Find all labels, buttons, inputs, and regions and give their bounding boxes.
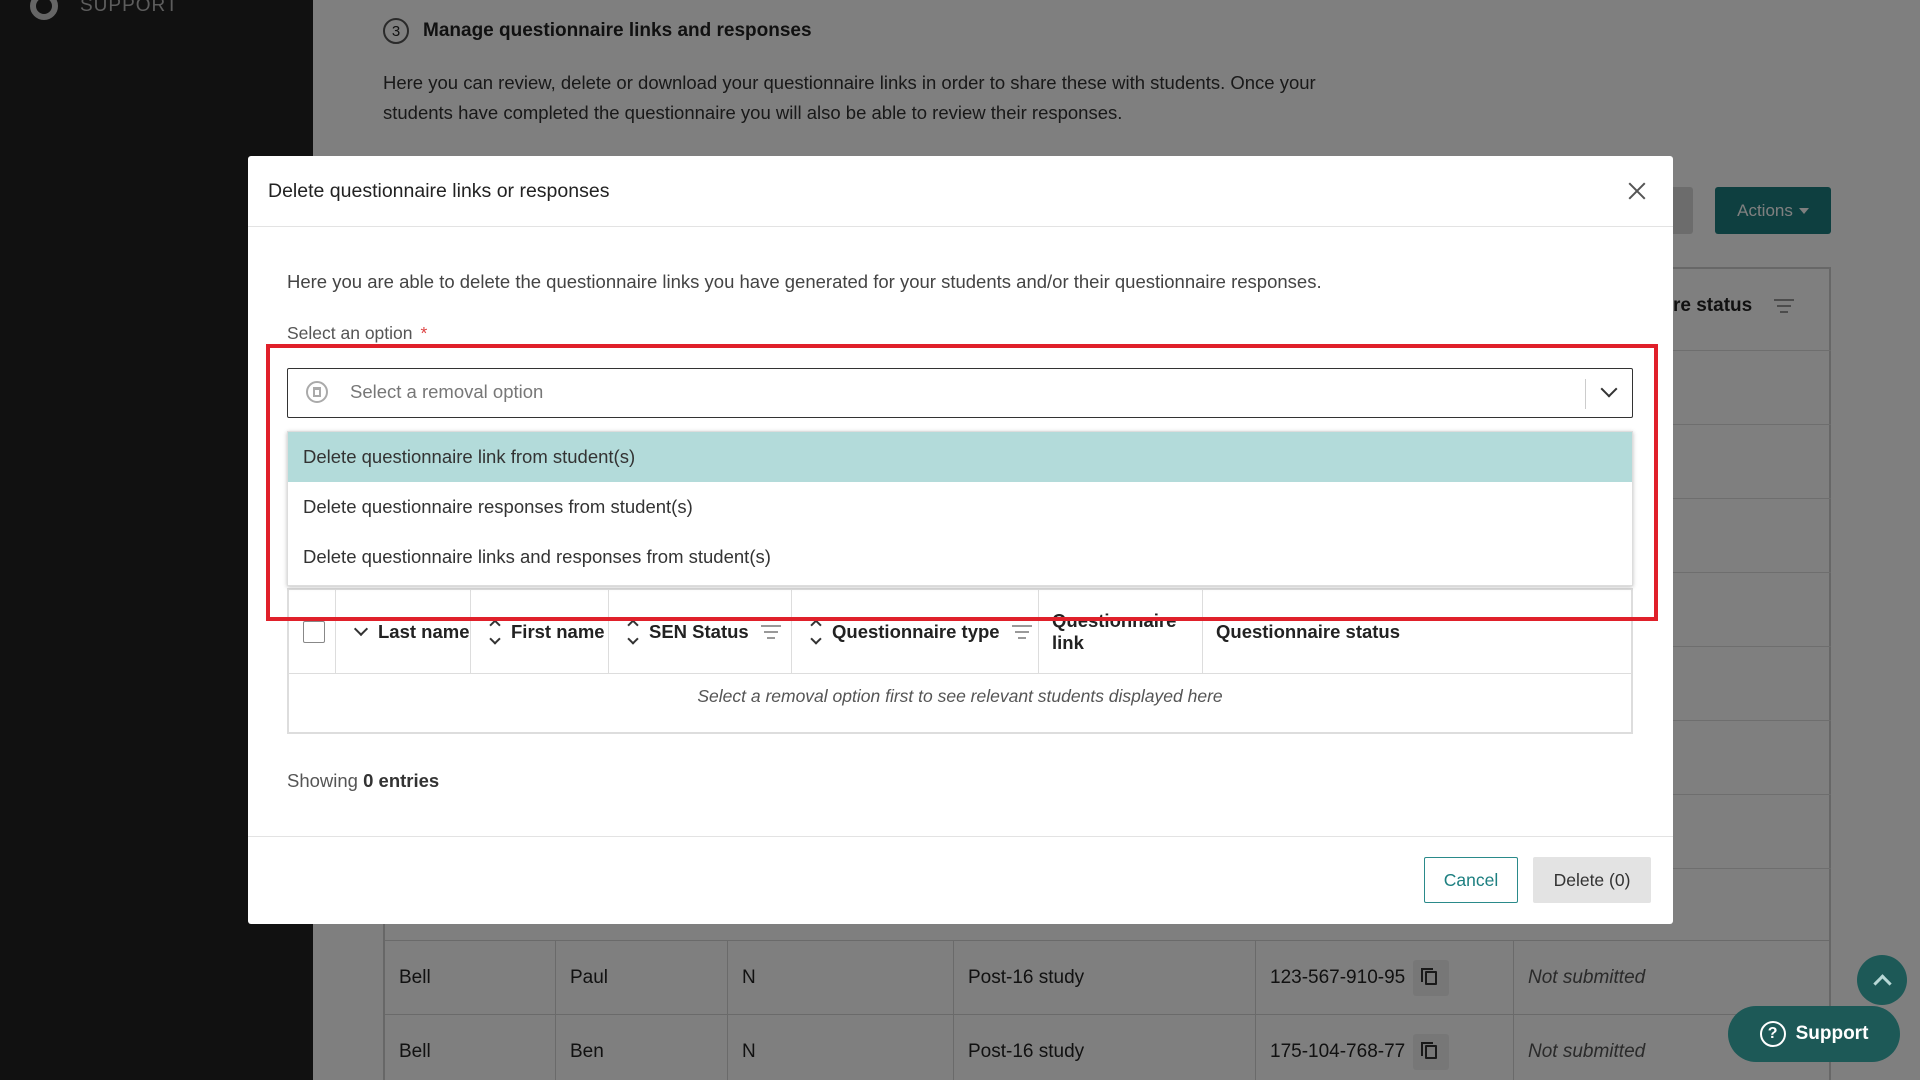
cancel-button[interactable]: Cancel bbox=[1424, 857, 1518, 903]
entries-count-value: 0 entries bbox=[363, 770, 440, 791]
modal-intro: Here you are able to delete the question… bbox=[287, 271, 1322, 292]
removal-option-select[interactable]: Select a removal option bbox=[287, 368, 1633, 418]
delete-modal: Delete questionnaire links or responses … bbox=[248, 156, 1673, 924]
select-option-label-text: Select an option bbox=[287, 323, 413, 343]
select-placeholder: Select a removal option bbox=[350, 381, 544, 402]
header-questionnaire-status: Questionnaire status bbox=[1202, 590, 1633, 674]
filter-icon[interactable] bbox=[760, 625, 781, 639]
header-questionnaire-type[interactable]: Questionnaire type bbox=[791, 590, 1038, 674]
header-last-name-label: Last name bbox=[378, 621, 470, 642]
header-first-name[interactable]: First name bbox=[470, 590, 608, 674]
support-widget-button[interactable]: ? Support bbox=[1728, 1006, 1900, 1062]
sort-icon bbox=[489, 619, 501, 645]
delete-button[interactable]: Delete (0) bbox=[1533, 857, 1651, 903]
header-questionnaire-link: Questionnaire link bbox=[1038, 590, 1202, 674]
header-questionnaire-type-label: Questionnaire type bbox=[832, 621, 1000, 642]
menu-item-delete-links[interactable]: Delete questionnaire link from student(s… bbox=[288, 432, 1632, 482]
header-last-name[interactable]: Last name bbox=[335, 590, 470, 674]
required-mark: * bbox=[420, 323, 428, 343]
header-sen-status[interactable]: SEN Status bbox=[608, 590, 791, 674]
menu-item-delete-responses[interactable]: Delete questionnaire responses from stud… bbox=[288, 482, 1632, 532]
empty-table-message: Select a removal option first to see rel… bbox=[697, 686, 1223, 706]
students-table: Last name First name SEN Status Question… bbox=[287, 588, 1633, 734]
header-questionnaire-link-label: Questionnaire link bbox=[1052, 610, 1177, 653]
filter-icon[interactable] bbox=[1011, 625, 1032, 639]
header-first-name-label: First name bbox=[511, 621, 605, 642]
chevron-up-icon bbox=[1872, 973, 1892, 993]
trash-icon bbox=[306, 381, 328, 403]
support-widget-label: Support bbox=[1795, 1023, 1869, 1044]
header-questionnaire-status-label: Questionnaire status bbox=[1216, 621, 1401, 642]
entries-count: Showing 0 entries bbox=[287, 770, 439, 792]
table-header: Last name First name SEN Status Question… bbox=[289, 590, 1631, 674]
modal-title: Delete questionnaire links or responses bbox=[268, 180, 610, 202]
removal-options-menu: Delete questionnaire link from student(s… bbox=[287, 431, 1633, 586]
modal-footer-divider bbox=[248, 836, 1673, 837]
select-divider bbox=[1585, 379, 1586, 409]
sort-desc-icon bbox=[353, 621, 369, 637]
select-all-column bbox=[289, 590, 335, 674]
entries-count-prefix: Showing bbox=[287, 770, 358, 791]
sort-icon bbox=[627, 619, 639, 645]
modal-header: Delete questionnaire links or responses bbox=[248, 156, 1673, 227]
select-option-label: Select an option * bbox=[287, 323, 427, 344]
menu-item-delete-links-and-responses[interactable]: Delete questionnaire links and responses… bbox=[288, 532, 1632, 582]
close-icon[interactable] bbox=[1628, 182, 1646, 200]
sort-icon bbox=[810, 619, 822, 645]
header-sen-status-label: SEN Status bbox=[649, 621, 749, 642]
scroll-to-top-button[interactable] bbox=[1857, 955, 1907, 1005]
chevron-down-icon[interactable] bbox=[1600, 380, 1618, 398]
help-icon: ? bbox=[1759, 1021, 1786, 1047]
select-all-checkbox[interactable] bbox=[303, 621, 325, 643]
